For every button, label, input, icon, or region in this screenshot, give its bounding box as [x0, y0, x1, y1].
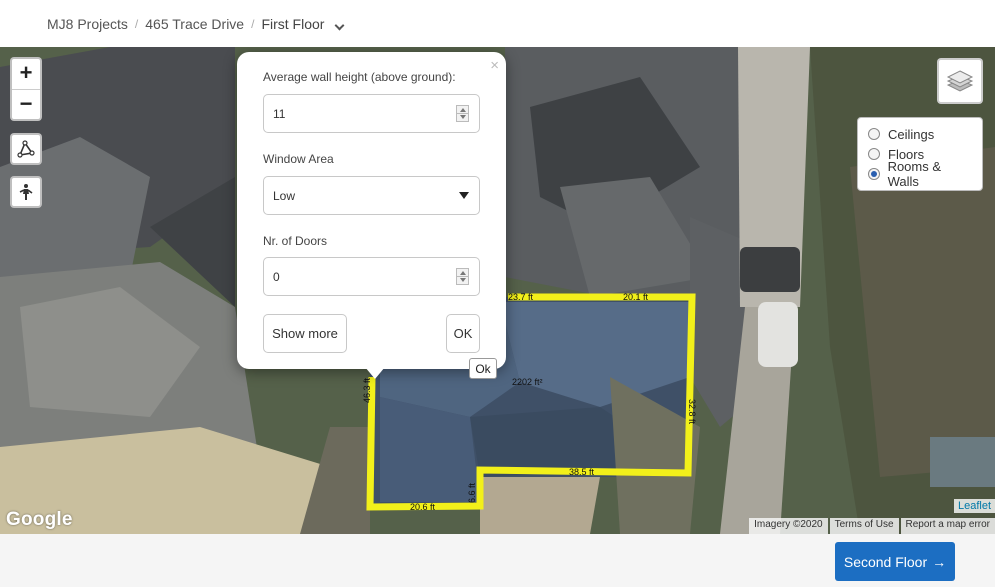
breadcrumb-address[interactable]: 465 Trace Drive [145, 16, 244, 32]
layers-panel: Ceilings Floors Rooms & Walls [857, 117, 983, 191]
zoom-control: + − [10, 57, 42, 121]
pegman-icon [19, 184, 33, 200]
google-logo: Google [6, 509, 73, 530]
map-attribution: Imagery ©2020 Terms of Use Report a map … [747, 518, 995, 534]
popup-tip [365, 367, 385, 379]
caret-down-icon [459, 192, 469, 199]
layer-option-label: Ceilings [888, 126, 935, 142]
doors-value: 0 [273, 269, 280, 284]
show-more-button[interactable]: Show more [263, 314, 347, 353]
leaflet-link[interactable]: Leaflet [953, 499, 995, 513]
ok-tooltip[interactable]: Ok [469, 358, 497, 379]
window-area-select[interactable]: Low [263, 176, 480, 215]
map-view[interactable]: 23.7 ft 20.1 ft 32.8 ft 38.5 ft 6.6 ft 2… [0, 47, 995, 534]
dim-label: 46.3 ft [362, 377, 372, 403]
terms-link[interactable]: Terms of Use [829, 518, 899, 534]
report-error-link[interactable]: Report a map error [900, 518, 995, 534]
window-area-value: Low [273, 188, 296, 203]
floor-selector-label: First Floor [261, 16, 325, 32]
street-view-button[interactable] [10, 176, 42, 208]
doors-label: Nr. of Doors [263, 234, 328, 248]
wall-height-input[interactable]: 11 [263, 94, 480, 133]
radio-button[interactable] [868, 128, 880, 140]
layer-option-label: Rooms & Walls [887, 159, 942, 189]
radio-button-selected[interactable] [868, 168, 880, 180]
floor-selector[interactable]: First Floor [261, 16, 345, 32]
polyline-icon [17, 140, 35, 158]
room-properties-popup: × Average wall height (above ground): 11… [237, 52, 506, 379]
footer-bar: Second Floor → [0, 534, 995, 587]
wall-height-value: 11 [273, 106, 286, 121]
layers-button[interactable] [937, 58, 983, 104]
close-icon[interactable]: × [490, 57, 499, 74]
layers-icon [946, 70, 974, 92]
breadcrumb-separator: / [134, 17, 139, 31]
dim-label: 20.1 ft [623, 292, 649, 302]
number-stepper[interactable] [456, 105, 469, 122]
dim-label: 32.8 ft [687, 399, 697, 425]
layer-option-ceilings[interactable]: Ceilings [868, 124, 972, 144]
zoom-out-button[interactable]: − [12, 89, 40, 119]
breadcrumb: MJ8 Projects / 465 Trace Drive / First F… [47, 16, 345, 32]
breadcrumb-projects[interactable]: MJ8 Projects [47, 16, 128, 32]
ok-button[interactable]: OK [446, 314, 480, 353]
number-stepper[interactable] [456, 268, 469, 285]
zoom-in-button[interactable]: + [12, 59, 40, 89]
radio-button[interactable] [868, 148, 880, 160]
draw-polygon-button[interactable] [10, 133, 42, 165]
doors-input[interactable]: 0 [263, 257, 480, 296]
next-floor-label: Second Floor [843, 553, 928, 570]
imagery-credit: Imagery ©2020 [749, 518, 828, 534]
chevron-down-icon [334, 20, 345, 31]
top-bar: MJ8 Projects / 465 Trace Drive / First F… [0, 0, 995, 47]
wall-height-label: Average wall height (above ground): [263, 70, 456, 84]
arrow-right-icon: → [932, 553, 947, 570]
window-area-label: Window Area [263, 152, 334, 166]
dim-label: 23.7 ft [508, 292, 534, 302]
dim-label: 20.6 ft [410, 502, 436, 512]
area-label: 2202 ft² [512, 377, 543, 387]
next-floor-button[interactable]: Second Floor → [835, 542, 955, 581]
breadcrumb-separator: / [251, 17, 255, 31]
dim-label: 6.6 ft [467, 482, 477, 503]
layer-option-rooms-walls[interactable]: Rooms & Walls [868, 159, 972, 189]
dim-label: 38.5 ft [569, 467, 595, 477]
